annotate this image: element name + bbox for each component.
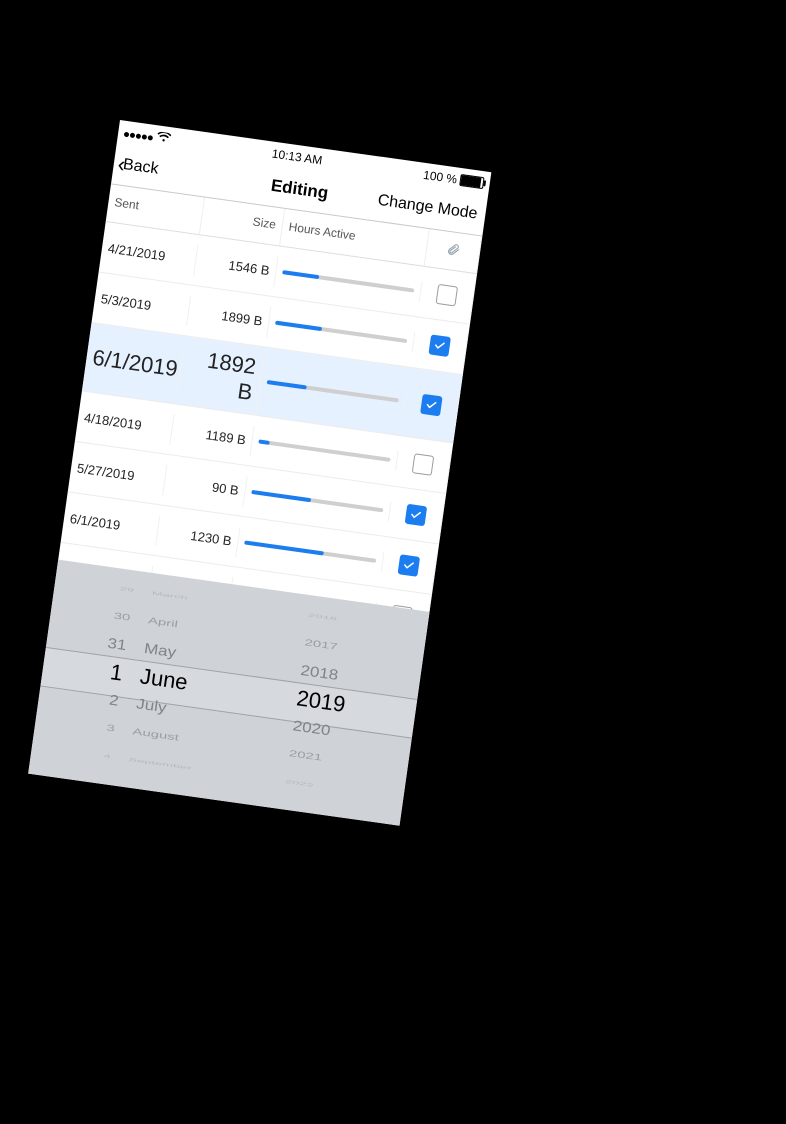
cell-size: 1899 B <box>187 295 272 337</box>
cell-sent[interactable]: 5/3/2019 <box>93 282 191 326</box>
hours-slider[interactable] <box>251 490 383 512</box>
back-button[interactable]: ‹ Back <box>115 144 161 189</box>
cell-checkbox[interactable] <box>403 384 460 427</box>
cell-checkbox[interactable] <box>419 274 476 317</box>
cell-checkbox[interactable] <box>411 324 468 367</box>
page-title: Editing <box>270 176 330 204</box>
hours-slider[interactable] <box>275 321 407 343</box>
wifi-icon <box>156 130 172 146</box>
hours-slider[interactable] <box>258 439 390 461</box>
hours-slider[interactable] <box>267 380 399 402</box>
cell-sent[interactable]: 6/1/2019 <box>84 336 184 391</box>
cell-hours[interactable] <box>260 371 407 411</box>
checkbox[interactable] <box>412 453 435 476</box>
cell-checkbox[interactable] <box>395 443 452 486</box>
col-header-attachment[interactable] <box>425 229 483 273</box>
cell-size: 1230 B <box>156 515 241 557</box>
hours-slider[interactable] <box>244 540 376 562</box>
picker-day-selected: 1 <box>108 658 124 687</box>
cell-sent[interactable]: 5/27/2019 <box>69 451 167 495</box>
battery-percent: 100 % <box>422 168 458 187</box>
cell-size: 90 B <box>163 464 248 506</box>
cell-hours[interactable] <box>244 481 391 521</box>
cell-size: 1189 B <box>170 414 255 456</box>
hours-slider[interactable] <box>282 270 414 292</box>
cell-hours[interactable] <box>237 532 384 572</box>
cell-sent[interactable]: 4/18/2019 <box>76 401 174 445</box>
cell-hours[interactable] <box>251 431 398 471</box>
checkbox[interactable] <box>398 554 421 577</box>
status-time: 10:13 AM <box>271 147 323 168</box>
checkbox[interactable] <box>405 504 428 527</box>
paperclip-icon <box>445 242 461 261</box>
signal-dots-icon <box>123 126 155 144</box>
picker-month-selected: June <box>138 662 189 696</box>
phone-screen: 10:13 AM 100 % ‹ Back Editing Change Mod… <box>28 120 491 826</box>
cell-checkbox[interactable] <box>381 544 438 587</box>
cell-checkbox[interactable] <box>388 494 445 537</box>
cell-size: 1546 B <box>194 245 279 287</box>
cell-hours[interactable] <box>275 261 422 301</box>
cell-sent[interactable]: 4/21/2019 <box>100 231 198 275</box>
cell-hours[interactable] <box>268 312 415 352</box>
picker-month-wheel[interactable]: March April May June July August Septemb… <box>121 573 304 808</box>
checkbox[interactable] <box>420 394 443 417</box>
battery-icon <box>459 174 484 189</box>
checkbox[interactable] <box>428 334 451 357</box>
checkbox[interactable] <box>436 284 459 307</box>
cell-sent[interactable]: 6/1/2019 <box>62 502 160 546</box>
picker-year-selected: 2019 <box>295 684 347 719</box>
back-label: Back <box>122 156 160 179</box>
cell-size: 1892 B <box>176 336 266 415</box>
